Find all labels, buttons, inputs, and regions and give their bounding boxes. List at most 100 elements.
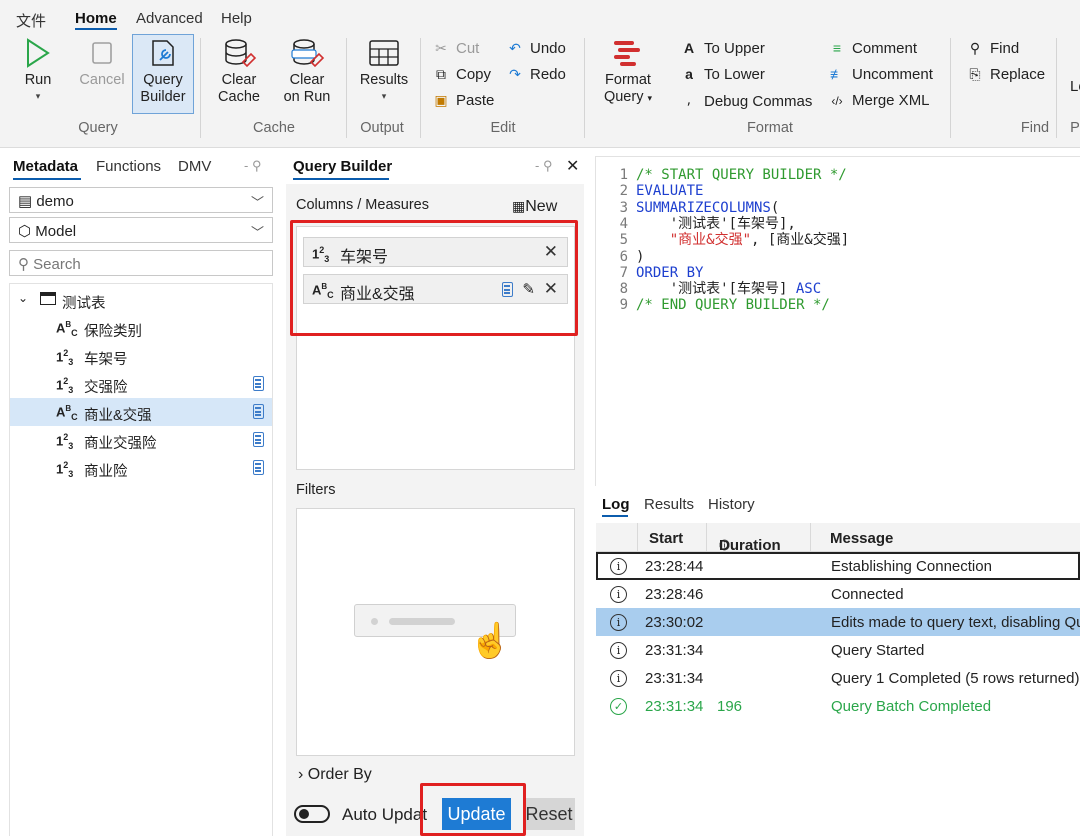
database-select[interactable]: ▤ demo ﹀ xyxy=(9,187,273,213)
menu-home[interactable]: Home xyxy=(75,10,117,27)
ribbon-separator xyxy=(420,38,421,138)
close-icon[interactable]: ✕ xyxy=(566,156,579,176)
order-by-label: Order By xyxy=(307,766,372,783)
tab-log[interactable]: Log xyxy=(602,496,630,513)
ribbon-cutoff-label[interactable]: Lo xyxy=(1070,78,1080,95)
calculator-icon xyxy=(253,404,264,419)
to-upper-button[interactable]: A To Upper xyxy=(680,40,765,57)
numeric-type-icon: 123 xyxy=(56,460,74,479)
group-cache-label: Cache xyxy=(253,120,295,136)
tab-dmv[interactable]: DMV xyxy=(178,158,211,175)
paste-button[interactable]: ▣ Paste xyxy=(432,92,494,109)
clear-on-run-button[interactable]: Clear on Run xyxy=(276,38,338,106)
tab-results[interactable]: Results xyxy=(644,496,694,513)
info-icon: i xyxy=(610,558,627,575)
model-select[interactable]: ⬡ Model ﹀ xyxy=(9,217,273,243)
query-builder-icon xyxy=(152,40,174,66)
log-message: Query 1 Completed (5 rows returned) xyxy=(831,670,1080,687)
format-query-icon xyxy=(614,41,640,66)
filters-drop-area[interactable]: ☝ xyxy=(296,508,575,756)
find-button[interactable]: ⚲ Find xyxy=(966,40,1019,57)
tab-functions[interactable]: Functions xyxy=(96,158,161,175)
numeric-type-icon: 123 xyxy=(56,348,74,367)
tree-column-row[interactable]: 123 商业险 xyxy=(10,454,272,482)
clear-cache-button[interactable]: Clear Cache xyxy=(210,38,268,106)
numeric-type-icon: 123 xyxy=(56,376,74,395)
tree-table-row[interactable]: ⌄ 测试表 xyxy=(10,286,272,314)
chevron-down-icon: ▾ xyxy=(381,91,387,101)
cancel-button[interactable]: Cancel xyxy=(78,38,126,89)
pin-icon[interactable]: ‐ ⚲ xyxy=(535,158,552,174)
order-by-expander[interactable]: › Order By xyxy=(298,766,372,784)
new-measure-label: New xyxy=(525,198,558,215)
info-icon: ⓘ xyxy=(719,540,730,552)
log-row[interactable]: i 23:31:34 Query 1 Completed (5 rows retur… xyxy=(596,664,1080,692)
tab-history[interactable]: History xyxy=(708,496,755,513)
tree-column-row[interactable]: ABC 商业&交强 xyxy=(10,398,272,426)
query-builder-button[interactable]: Query Builder xyxy=(132,34,194,114)
comment-button[interactable]: ≡ Comment xyxy=(828,40,917,57)
info-icon: i xyxy=(610,670,627,687)
database-icon: ▤ xyxy=(18,193,37,210)
tab-metadata[interactable]: Metadata xyxy=(13,158,78,175)
cube-icon: ⬡ xyxy=(18,223,36,240)
log-row[interactable]: i 23:31:34 Query Started xyxy=(596,636,1080,664)
menu-file[interactable]: 文件 xyxy=(16,10,46,31)
lowercase-icon: a xyxy=(685,66,693,82)
run-button[interactable]: Run ▾ xyxy=(18,38,58,101)
paste-label: Paste xyxy=(456,92,495,109)
to-lower-button[interactable]: a To Lower xyxy=(680,66,765,83)
dax-editor[interactable]: 123456789 /* START QUERY BUILDER */ EVAL… xyxy=(595,156,1080,486)
group-find-label: Find xyxy=(1020,120,1050,136)
log-row[interactable]: i 23:28:44 Establishing Connection xyxy=(596,552,1080,580)
info-icon: i xyxy=(610,614,627,631)
redo-button[interactable]: ↷ Redo xyxy=(506,66,566,83)
replace-button[interactable]: ⎘ Replace xyxy=(966,66,1045,83)
drag-hand-icon: ☝ xyxy=(469,622,512,660)
reset-button[interactable]: Reset xyxy=(523,798,575,830)
debug-commas-icon: ⸴ xyxy=(687,93,691,109)
log-row[interactable]: ✓ 23:31:34 196 Query Batch Completed xyxy=(596,692,1080,720)
tree-column-row[interactable]: 123 交强险 xyxy=(10,370,272,398)
format-query-button[interactable]: Format Query ▾ xyxy=(596,38,660,107)
table-icon xyxy=(40,292,56,305)
results-button[interactable]: Results ▾ xyxy=(354,38,414,101)
database-auto-clear-icon xyxy=(291,39,325,68)
header-message[interactable]: Message xyxy=(830,530,893,547)
column-separator xyxy=(810,523,811,552)
undo-button[interactable]: ↶ Undo xyxy=(506,40,566,57)
cut-button[interactable]: ✂ Cut xyxy=(432,40,479,57)
tree-column-row[interactable]: 123 车架号 xyxy=(10,342,272,370)
results-label: Results xyxy=(359,72,409,88)
auto-update-toggle[interactable] xyxy=(294,805,330,823)
tab-log-underline xyxy=(602,515,628,517)
chevron-down-icon[interactable]: ⌄ xyxy=(18,291,28,305)
log-row[interactable]: i 23:30:02 Edits made to query text, disab… xyxy=(596,608,1080,636)
search-input[interactable]: ⚲ Search xyxy=(9,250,273,276)
code-line-5: "商业&交强", [商业&交强] xyxy=(669,232,850,249)
new-measure-button[interactable]: ▦New xyxy=(512,198,557,216)
pin-icon[interactable]: ‐ ⚲ xyxy=(244,158,261,174)
group-output-label: Output xyxy=(360,120,404,136)
log-row[interactable]: i 23:28:46 Connected xyxy=(596,580,1080,608)
ribbon: Run ▾ Cancel Query Builder Clear Cache C… xyxy=(0,30,1080,148)
log-message: Query Started xyxy=(831,642,925,659)
header-start[interactable]: Start xyxy=(649,530,683,547)
menu-advanced[interactable]: Advanced xyxy=(136,10,203,27)
line-number: 2 xyxy=(619,183,628,200)
menu-help[interactable]: Help xyxy=(221,10,252,27)
chevron-down-icon: ▾ xyxy=(35,91,41,101)
log-message: Connected xyxy=(831,586,904,603)
uncomment-button[interactable]: ≢ Uncomment xyxy=(828,66,933,83)
to-lower-label: To Lower xyxy=(704,66,765,83)
tree-column-row[interactable]: 123 商业交强险 xyxy=(10,426,272,454)
tree-column-label: 商业&交强 xyxy=(84,408,152,424)
calculator-icon xyxy=(253,376,264,391)
xml-icon: ‹/› xyxy=(831,94,843,108)
group-cutoff-label: P xyxy=(1070,120,1080,136)
merge-xml-button[interactable]: ‹/› Merge XML xyxy=(828,92,929,109)
debug-commas-button[interactable]: ⸴ Debug Commas xyxy=(680,92,812,111)
undo-label: Undo xyxy=(530,40,566,57)
copy-button[interactable]: ⧉ Copy xyxy=(432,66,491,83)
tree-column-row[interactable]: ABC 保险类别 xyxy=(10,314,272,342)
